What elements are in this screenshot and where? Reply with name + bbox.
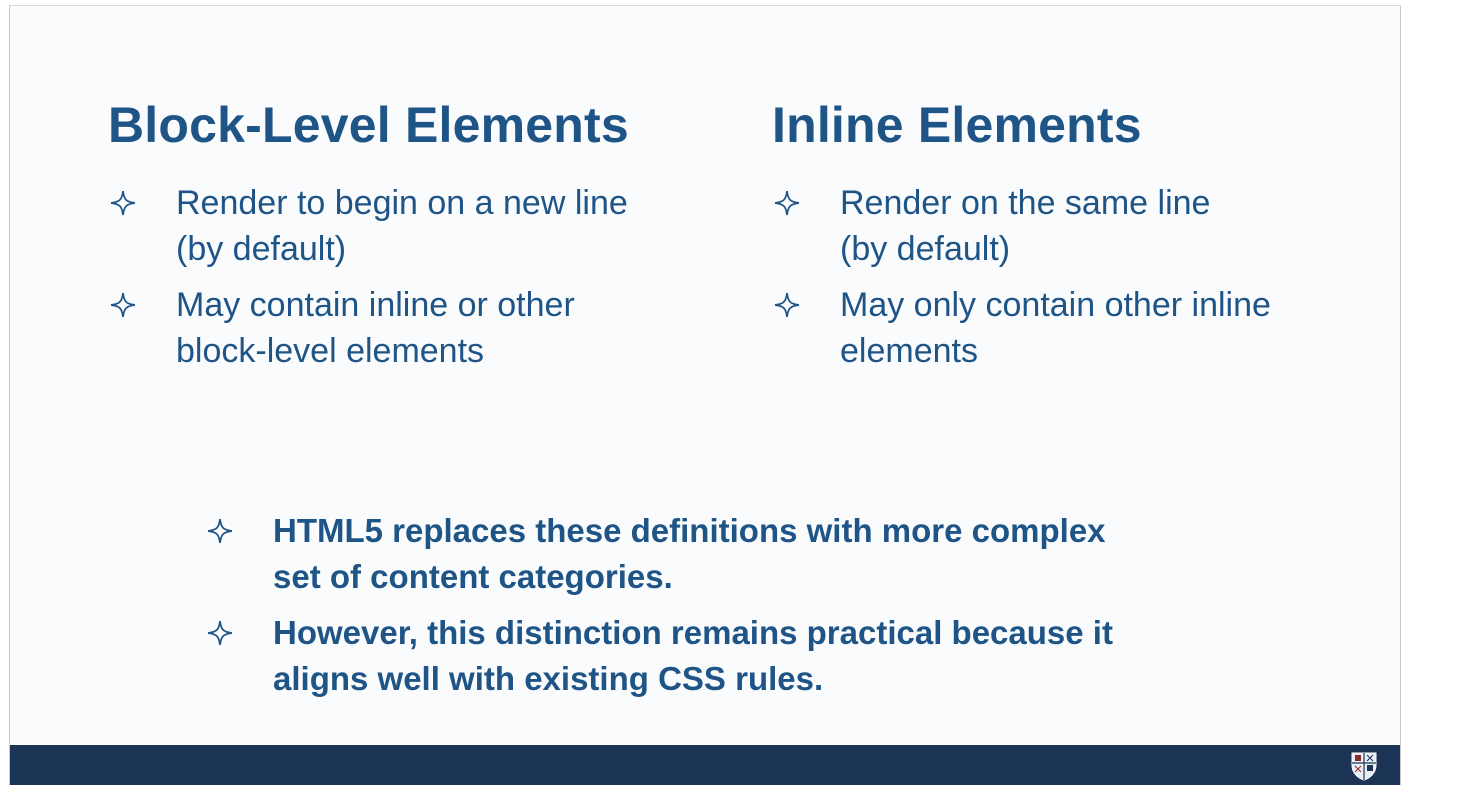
slide: Block-Level Elements Render to begin on … xyxy=(9,5,1401,785)
four-point-star-icon xyxy=(205,610,235,656)
left-bullet-1: Render to begin on a new line (by defaul… xyxy=(108,180,748,272)
right-bullet-list: Render on the same line (by default) May… xyxy=(772,180,1392,374)
bullet-text-line2: elements xyxy=(840,332,978,370)
right-column: Inline Elements Render on the same line … xyxy=(772,96,1392,384)
note-1: HTML5 replaces these definitions with mo… xyxy=(205,508,1285,600)
bullet-text-line2: (by default) xyxy=(176,230,347,268)
footer-bar xyxy=(10,745,1400,785)
right-bullet-1: Render on the same line (by default) xyxy=(772,180,1392,272)
note-text-line1: HTML5 replaces these definitions with mo… xyxy=(273,512,1106,549)
bullet-text-line2: block-level elements xyxy=(176,332,485,370)
note-text-line1: However, this distinction remains practi… xyxy=(273,614,1113,651)
left-bullet-2: May contain inline or other block-level … xyxy=(108,282,748,374)
notes-list: HTML5 replaces these definitions with mo… xyxy=(205,508,1285,702)
right-heading: Inline Elements xyxy=(772,97,1142,153)
left-heading: Block-Level Elements xyxy=(108,97,629,153)
notes-section: HTML5 replaces these definitions with mo… xyxy=(205,508,1285,712)
bullet-text-line2: (by default) xyxy=(840,230,1011,268)
four-point-star-icon xyxy=(108,282,138,328)
left-column: Block-Level Elements Render to begin on … xyxy=(108,96,748,384)
note-text-line2: set of content categories. xyxy=(273,558,673,595)
right-bullet-2: May only contain other inline elements xyxy=(772,282,1392,374)
bullet-text-line1: May only contain other inline xyxy=(840,286,1271,324)
four-point-star-icon xyxy=(772,282,802,328)
four-point-star-icon xyxy=(108,180,138,226)
bullet-text-line1: Render to begin on a new line xyxy=(176,184,628,222)
note-2: However, this distinction remains practi… xyxy=(205,610,1285,702)
note-text-line2: aligns well with existing CSS rules. xyxy=(273,660,824,697)
bullet-text-line1: May contain inline or other xyxy=(176,286,575,324)
left-bullet-list: Render to begin on a new line (by defaul… xyxy=(108,180,748,374)
university-shield-icon xyxy=(1350,751,1378,781)
bullet-text-line1: Render on the same line xyxy=(840,184,1211,222)
four-point-star-icon xyxy=(205,508,235,554)
four-point-star-icon xyxy=(772,180,802,226)
